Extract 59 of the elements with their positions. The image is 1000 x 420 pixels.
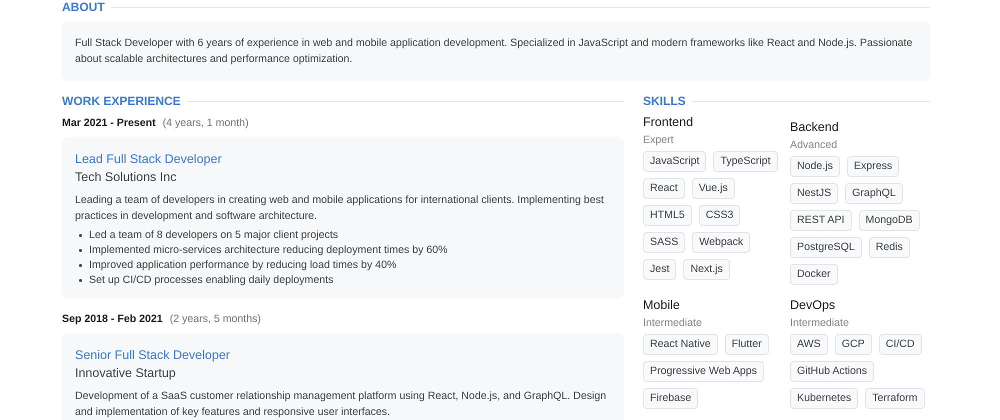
skill-tag: GraphQL [845,183,903,204]
skill-tag: Vue.js [692,178,735,199]
skill-tag: Redis [868,237,910,258]
section-title: SKILLS [643,94,686,108]
skill-tag: AWS [790,334,828,355]
bullet-icon [79,249,82,252]
skill-tag: React Native [643,334,718,355]
skill-tag: React [643,178,685,199]
skill-level: Intermediate [643,316,703,331]
skill-tag: Webpack [692,232,750,253]
achievement-text: Implemented micro-services architecture reducing deployment times by 60% [89,243,448,258]
skill-tag: Next.js [683,259,730,280]
achievement-text: Improved application performance by reducing load times by 40% [89,258,396,273]
skill-tag: Terraform [865,388,925,409]
skill-tag: PostgreSQL [790,237,862,258]
skill-tag: Node.js [790,156,840,177]
skill-tag: CI/CD [878,334,922,355]
company-name: Tech Solutions Inc [75,169,178,186]
skill-tag: REST API [790,210,852,231]
skill-level: Intermediate [790,316,850,331]
skill-tag: MongoDB [858,210,920,231]
skill-tag: Progressive Web Apps [643,361,764,382]
skill-tag: JavaScript [643,151,706,172]
skill-tag: NestJS [790,183,838,204]
skill-tag: Jest [643,259,676,280]
section-title: WORK EXPERIENCE [62,94,181,108]
job-duration: (2 years, 5 months) [170,313,261,325]
section-title: ABOUT [62,0,105,14]
skill-level: Expert [643,133,675,148]
skill-tag: Docker [790,264,838,285]
job-title: Senior Full Stack Developer [75,347,231,364]
achievement-text: Led a team of 8 developers on 5 major client projects [89,228,338,243]
skill-tag: TypeScript [713,151,778,172]
about-text: Full Stack Developer with 6 years of experience in web and mobile application development. Specialized in JavaScript and modern frameworks like React and Node.js. Passionate about scalable architectures and performance optimization. [75,36,914,67]
job-description: Leading a team of developers in creating web and mobile applications for international clients. Implementing best practices in development and software architecture. [75,193,605,224]
job-title: Lead Full Stack Developer [75,151,223,168]
skill-tag: GitHub Actions [790,361,874,382]
skill-tag: SASS [643,232,686,253]
skill-tag: CSS3 [698,205,740,226]
skill-category: Mobile [643,297,681,313]
skill-tag: GCP [834,334,872,355]
job-period: Sep 2018 - Feb 2021 [62,313,163,325]
skill-category: Backend [790,119,840,135]
company-name: Innovative Startup [75,365,177,382]
bullet-icon [79,279,82,282]
achievement-text: Set up CI/CD processes enabling daily deployments [89,273,334,288]
skill-tag: Firebase [643,388,698,409]
skill-level: Advanced [790,138,838,153]
skill-category: Frontend [643,114,694,130]
skill-tag: HTML5 [643,205,692,226]
bullet-icon [79,234,82,237]
skill-category: DevOps [790,297,836,313]
bullet-icon [79,264,82,267]
job-duration: (4 years, 1 month) [162,117,249,129]
job-description: Development of a SaaS customer relationship management platform using React, Node.js, and GraphQL. Design and implementation of key features and responsive user interfaces. [75,389,608,420]
skill-tag: Kubernetes [790,388,858,409]
skill-tag: Flutter [724,334,769,355]
job-period: Mar 2021 - Present [62,117,156,129]
skill-tag: Express [846,156,900,177]
